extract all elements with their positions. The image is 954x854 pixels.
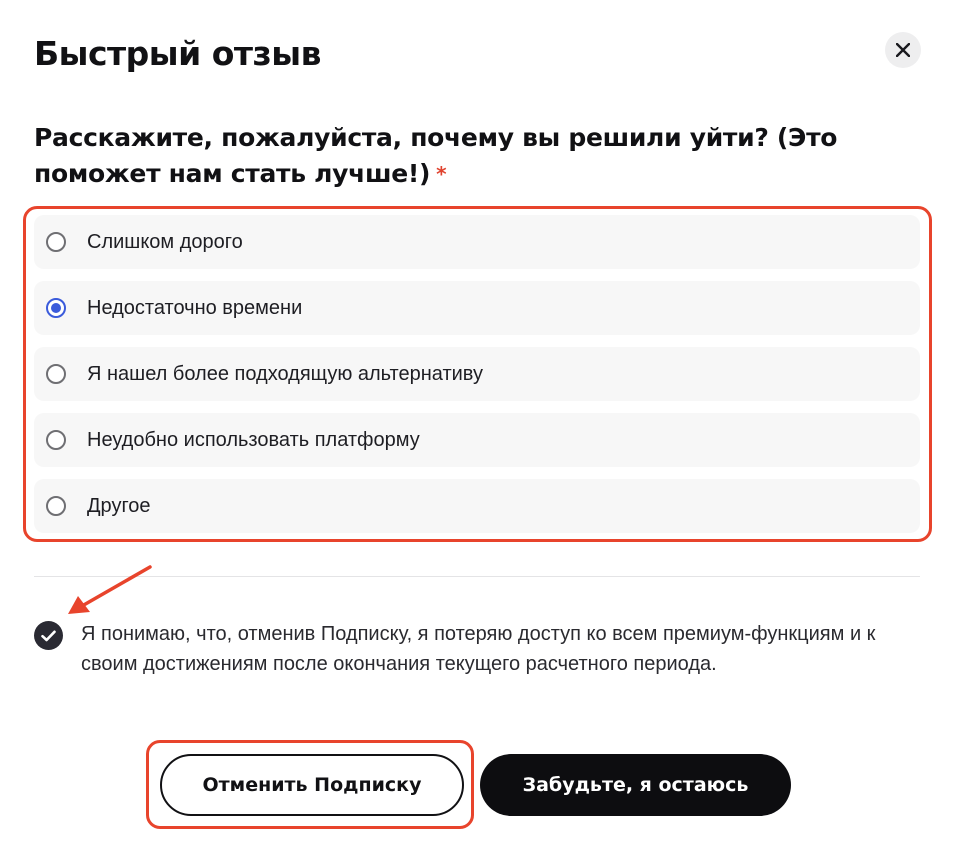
option-not-enough-time[interactable]: Недостаточно времени bbox=[34, 281, 920, 335]
stay-button[interactable]: Забудьте, я остаюсь bbox=[480, 754, 791, 816]
radio-button[interactable] bbox=[46, 232, 66, 252]
option-too-expensive[interactable]: Слишком дорого bbox=[34, 215, 920, 269]
option-label: Неудобно использовать платформу bbox=[87, 428, 420, 451]
dialog-title: Быстрый отзыв bbox=[34, 34, 321, 73]
annotation-arrow-icon bbox=[68, 565, 152, 614]
radio-button[interactable] bbox=[46, 364, 66, 384]
option-label: Другое bbox=[87, 494, 151, 517]
option-label: Я нашел более подходящую альтернативу bbox=[87, 362, 483, 385]
option-hard-to-use[interactable]: Неудобно использовать платформу bbox=[34, 413, 920, 467]
option-label: Слишком дорого bbox=[87, 230, 243, 253]
consent-checkbox[interactable] bbox=[34, 621, 63, 650]
option-other[interactable]: Другое bbox=[34, 479, 920, 533]
option-found-alternative[interactable]: Я нашел более подходящую альтернативу bbox=[34, 347, 920, 401]
radio-button-selected[interactable] bbox=[46, 298, 66, 318]
close-icon bbox=[896, 43, 910, 57]
close-button[interactable] bbox=[885, 32, 921, 68]
divider bbox=[34, 576, 920, 577]
checkmark-icon bbox=[41, 630, 56, 641]
option-label: Недостаточно времени bbox=[87, 296, 303, 319]
feedback-question: Расскажите, пожалуйста, почему вы решили… bbox=[34, 120, 924, 192]
cancel-subscription-button[interactable]: Отменить Подписку bbox=[160, 754, 464, 816]
radio-button[interactable] bbox=[46, 496, 66, 516]
radio-button[interactable] bbox=[46, 430, 66, 450]
consent-text: Я понимаю, что, отменив Подписку, я поте… bbox=[81, 623, 876, 675]
required-mark: * bbox=[436, 162, 447, 186]
